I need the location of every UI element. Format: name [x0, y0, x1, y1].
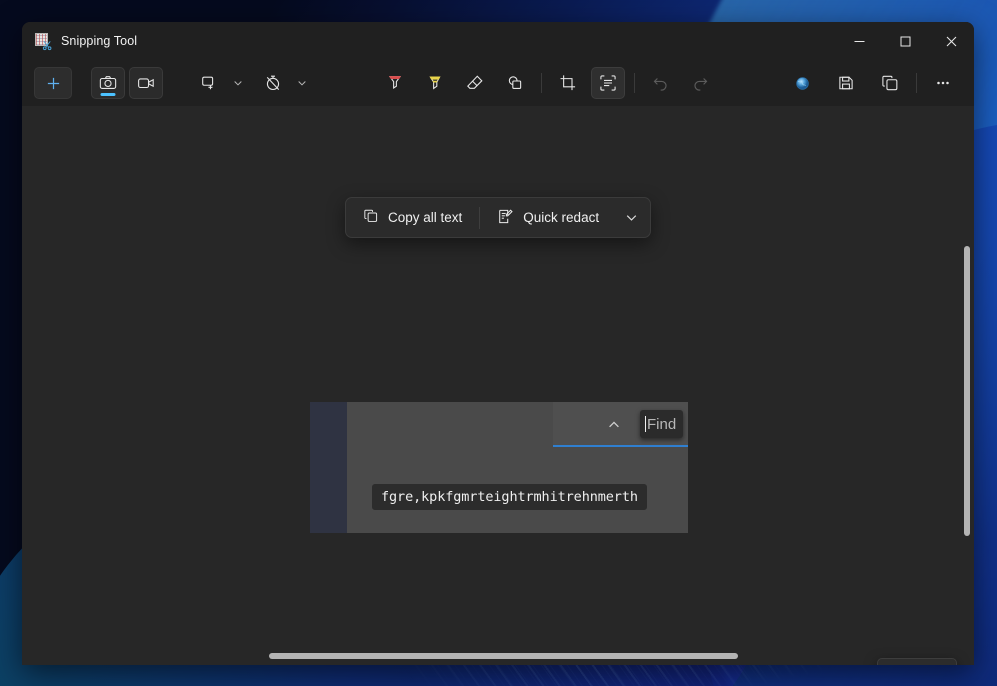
- new-snip-button[interactable]: [34, 67, 72, 99]
- copy-all-text-button[interactable]: Copy all text: [350, 201, 475, 234]
- vertical-scrollbar[interactable]: [964, 246, 970, 536]
- toolbar-group-snip-options: [192, 67, 246, 99]
- delay-button[interactable]: [256, 67, 290, 99]
- record-mode-button[interactable]: [129, 67, 163, 99]
- save-button[interactable]: [829, 67, 863, 99]
- text-caret: [645, 416, 646, 432]
- snip-canvas[interactable]: Copy all text Quick redact Find fgre,kpk…: [22, 106, 974, 665]
- visual-search-button[interactable]: [785, 67, 819, 99]
- quick-redact-chevron-down-icon[interactable]: [616, 201, 646, 234]
- highlighter-button[interactable]: [418, 67, 452, 99]
- detected-text-chip: fgre,kpkfgmrteightrmhitrehnmerth: [372, 484, 647, 510]
- toolbar-divider-4: [633, 73, 635, 93]
- text-actions-flyout: Copy all text Quick redact: [345, 197, 652, 238]
- redo-button[interactable]: [684, 67, 718, 99]
- horizontal-scrollbar[interactable]: [269, 653, 738, 659]
- minimize-button[interactable]: [836, 22, 882, 60]
- title-bar-left: Snipping Tool: [22, 32, 138, 50]
- more-button[interactable]: [926, 67, 960, 99]
- text-actions-button[interactable]: [590, 67, 625, 99]
- toolbar-group-new: [34, 67, 72, 99]
- toolbar-group-history: [644, 67, 718, 99]
- toolbar-divider-5: [916, 73, 917, 93]
- quick-redact-button[interactable]: Quick redact: [484, 201, 612, 234]
- toolbar-group-delay: [256, 67, 310, 99]
- snip-shape-button[interactable]: [192, 67, 226, 99]
- copy-all-text-label: Copy all text: [388, 210, 463, 225]
- chevron-up-icon: [602, 413, 626, 437]
- quick-redact-label: Quick redact: [523, 210, 600, 225]
- snipping-tool-window: Snipping Tool Copy all text Quick redact…: [22, 22, 974, 665]
- maximize-button[interactable]: [882, 22, 928, 60]
- snip-shape-chevron-down-icon[interactable]: [230, 68, 246, 98]
- ballpoint-pen-button[interactable]: [378, 67, 412, 99]
- window-title: Snipping Tool: [61, 34, 138, 48]
- toolbar-group-share: [785, 67, 907, 99]
- copy-button[interactable]: [873, 67, 907, 99]
- toolbar-divider-3: [540, 73, 542, 93]
- captured-snip-image[interactable]: Find fgre,kpkfgmrteightrmhitrehnmerth: [310, 402, 688, 533]
- window-controls: [836, 22, 974, 60]
- snipping-tool-icon: [35, 32, 52, 50]
- qr-codes-tooltip: QR Codes: [876, 658, 958, 665]
- qr-codes-control: QR Codes: [876, 658, 958, 665]
- title-bar[interactable]: Snipping Tool: [22, 22, 974, 60]
- find-input-placeholder: Find: [647, 415, 677, 433]
- flyout-divider: [479, 206, 481, 229]
- crop-button[interactable]: [551, 67, 585, 99]
- snapshot-mode-button[interactable]: [91, 67, 125, 99]
- find-input[interactable]: Find: [640, 410, 684, 438]
- delay-chevron-down-icon[interactable]: [294, 68, 310, 98]
- shapes-button[interactable]: [498, 67, 532, 99]
- snip-content: Find fgre,kpkfgmrteightrmhitrehnmerth: [347, 402, 688, 533]
- close-button[interactable]: [928, 22, 974, 60]
- snip-left-gutter: [310, 402, 347, 533]
- redact-edit-icon: [497, 208, 514, 228]
- toolbar-group-annotate: [378, 67, 532, 99]
- main-toolbar: [22, 60, 974, 106]
- toolbar-group-tools: [551, 67, 625, 99]
- copy-icon: [363, 208, 379, 227]
- desktop: Snipping Tool Copy all text Quick redact…: [0, 0, 997, 686]
- toolbar-group-mode: [91, 67, 163, 99]
- eraser-button[interactable]: [458, 67, 492, 99]
- undo-button[interactable]: [644, 67, 678, 99]
